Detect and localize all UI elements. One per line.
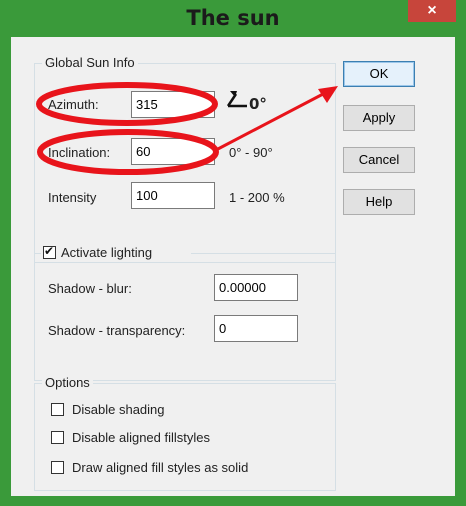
- apply-button[interactable]: Apply: [343, 105, 415, 131]
- option-disable-aligned-fillstyles[interactable]: Disable aligned fillstyles: [51, 429, 301, 447]
- inclination-input[interactable]: [131, 138, 215, 165]
- intensity-input[interactable]: [131, 182, 215, 209]
- option-disable-shading[interactable]: Disable shading: [51, 401, 301, 419]
- activate-lighting-row[interactable]: Activate lighting: [41, 244, 191, 262]
- intensity-label: Intensity: [48, 190, 97, 205]
- option-label: Draw aligned fill styles as solid: [72, 460, 249, 475]
- cancel-button[interactable]: Cancel: [343, 147, 415, 173]
- inclination-range: 0° - 90°: [229, 145, 273, 160]
- azimuth-input[interactable]: [131, 91, 215, 118]
- activate-lighting-checkbox[interactable]: [43, 244, 56, 259]
- global-sun-info-legend: Global Sun Info: [42, 55, 138, 70]
- azimuth-angle-icon: [225, 88, 251, 113]
- shadow-blur-input[interactable]: [214, 274, 298, 301]
- shadow-blur-label: Shadow - blur:: [48, 281, 132, 296]
- options-legend: Options: [42, 375, 93, 390]
- close-button[interactable]: ×: [408, 0, 456, 22]
- close-icon[interactable]: ×: [427, 2, 436, 19]
- inclination-label: Inclination:: [48, 145, 111, 160]
- option-label: Disable shading: [72, 402, 165, 417]
- help-button[interactable]: Help: [343, 189, 415, 215]
- shadow-transparency-label: Shadow - transparency:: [48, 323, 186, 338]
- activate-lighting-label: Activate lighting: [61, 245, 153, 260]
- azimuth-label: Azimuth:: [48, 97, 99, 112]
- option-checkbox[interactable]: [51, 461, 64, 474]
- title-bar[interactable]: The sun ×: [0, 0, 466, 37]
- dialog-client-area: Global Sun Info Azimuth: 0° Inclination:…: [11, 37, 455, 496]
- shadow-transparency-input[interactable]: [214, 315, 298, 342]
- option-label: Disable aligned fillstyles: [72, 430, 211, 445]
- window-title: The sun: [186, 6, 280, 30]
- option-checkbox[interactable]: [51, 403, 64, 416]
- option-checkbox[interactable]: [51, 431, 64, 444]
- intensity-range: 1 - 200 %: [229, 190, 285, 205]
- option-draw-aligned-fill-solid[interactable]: Draw aligned fill styles as solid: [51, 459, 321, 477]
- ok-button[interactable]: OK: [343, 61, 415, 87]
- dialog-window: The sun × Global Sun Info Azimuth: 0° In…: [0, 0, 466, 506]
- azimuth-indicator: 0°: [249, 95, 267, 113]
